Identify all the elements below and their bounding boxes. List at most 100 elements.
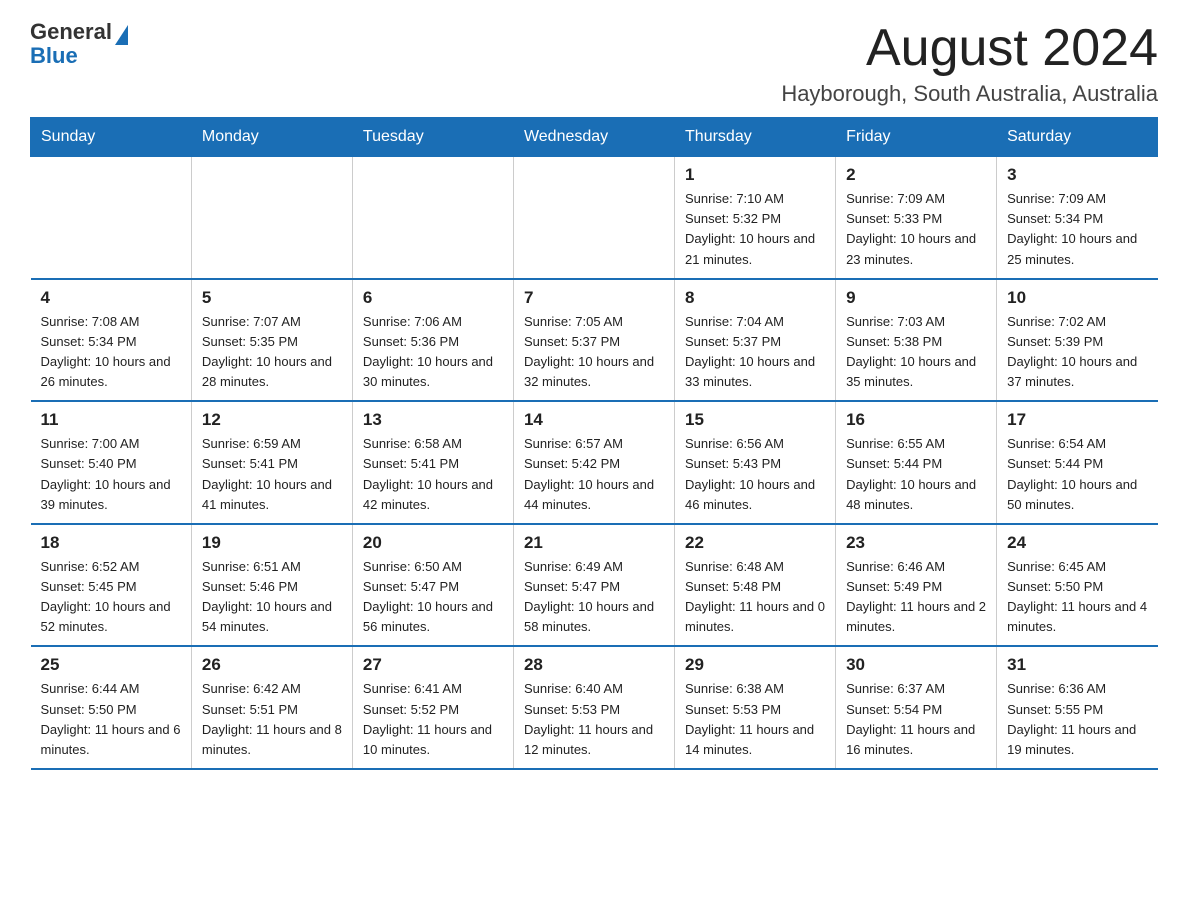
day-number: 3 — [1007, 165, 1147, 185]
day-number: 28 — [524, 655, 664, 675]
day-info: Sunrise: 6:52 AMSunset: 5:45 PMDaylight:… — [41, 557, 181, 638]
day-info: Sunrise: 6:48 AMSunset: 5:48 PMDaylight:… — [685, 557, 825, 638]
day-info: Sunrise: 6:45 AMSunset: 5:50 PMDaylight:… — [1007, 557, 1147, 638]
calendar-cell: 20 Sunrise: 6:50 AMSunset: 5:47 PMDayligh… — [352, 524, 513, 647]
day-number: 19 — [202, 533, 342, 553]
day-number: 20 — [363, 533, 503, 553]
day-info: Sunrise: 6:46 AMSunset: 5:49 PMDaylight:… — [846, 557, 986, 638]
day-info: Sunrise: 7:09 AMSunset: 5:34 PMDaylight:… — [1007, 189, 1147, 270]
day-number: 24 — [1007, 533, 1147, 553]
day-info: Sunrise: 7:00 AMSunset: 5:40 PMDaylight:… — [41, 434, 181, 515]
day-info: Sunrise: 6:49 AMSunset: 5:47 PMDaylight:… — [524, 557, 664, 638]
day-info: Sunrise: 7:02 AMSunset: 5:39 PMDaylight:… — [1007, 312, 1147, 393]
day-number: 18 — [41, 533, 181, 553]
calendar-cell: 18 Sunrise: 6:52 AMSunset: 5:45 PMDayligh… — [31, 524, 192, 647]
day-info: Sunrise: 6:37 AMSunset: 5:54 PMDaylight:… — [846, 679, 986, 760]
day-info: Sunrise: 6:56 AMSunset: 5:43 PMDaylight:… — [685, 434, 825, 515]
header-day-thursday: Thursday — [675, 118, 836, 157]
header: General Blue August 2024 Hayborough, Sou… — [30, 20, 1158, 107]
logo-blue: Blue — [30, 43, 78, 68]
calendar-cell: 25 Sunrise: 6:44 AMSunset: 5:50 PMDayligh… — [31, 646, 192, 769]
day-info: Sunrise: 6:41 AMSunset: 5:52 PMDaylight:… — [363, 679, 503, 760]
location-title: Hayborough, South Australia, Australia — [781, 81, 1158, 107]
calendar-cell: 27 Sunrise: 6:41 AMSunset: 5:52 PMDayligh… — [352, 646, 513, 769]
day-number: 29 — [685, 655, 825, 675]
day-number: 2 — [846, 165, 986, 185]
week-row-4: 18 Sunrise: 6:52 AMSunset: 5:45 PMDayligh… — [31, 524, 1158, 647]
calendar-cell — [191, 157, 352, 279]
title-area: August 2024 Hayborough, South Australia,… — [781, 20, 1158, 107]
day-info: Sunrise: 6:51 AMSunset: 5:46 PMDaylight:… — [202, 557, 342, 638]
calendar-cell: 26Sunrise: 6:42 AMSunset: 5:51 PMDayligh… — [191, 646, 352, 769]
day-number: 12 — [202, 410, 342, 430]
day-info: Sunrise: 6:44 AMSunset: 5:50 PMDaylight:… — [41, 679, 181, 760]
calendar-cell: 22 Sunrise: 6:48 AMSunset: 5:48 PMDayligh… — [675, 524, 836, 647]
day-info: Sunrise: 6:57 AMSunset: 5:42 PMDaylight:… — [524, 434, 664, 515]
calendar-cell: 19 Sunrise: 6:51 AMSunset: 5:46 PMDayligh… — [191, 524, 352, 647]
calendar-cell: 30 Sunrise: 6:37 AMSunset: 5:54 PMDayligh… — [836, 646, 997, 769]
week-row-2: 4 Sunrise: 7:08 AMSunset: 5:34 PMDaylight… — [31, 279, 1158, 402]
calendar-cell: 7 Sunrise: 7:05 AMSunset: 5:37 PMDaylight… — [513, 279, 674, 402]
calendar-body: 1Sunrise: 7:10 AMSunset: 5:32 PMDaylight… — [31, 157, 1158, 769]
calendar-cell: 12Sunrise: 6:59 AMSunset: 5:41 PMDayligh… — [191, 401, 352, 524]
calendar-table: SundayMondayTuesdayWednesdayThursdayFrid… — [30, 117, 1158, 770]
calendar-cell: 1Sunrise: 7:10 AMSunset: 5:32 PMDaylight… — [675, 157, 836, 279]
calendar-cell: 3 Sunrise: 7:09 AMSunset: 5:34 PMDaylight… — [997, 157, 1158, 279]
header-row: SundayMondayTuesdayWednesdayThursdayFrid… — [31, 118, 1158, 157]
week-row-3: 11Sunrise: 7:00 AMSunset: 5:40 PMDayligh… — [31, 401, 1158, 524]
day-number: 30 — [846, 655, 986, 675]
day-number: 16 — [846, 410, 986, 430]
day-info: Sunrise: 6:55 AMSunset: 5:44 PMDaylight:… — [846, 434, 986, 515]
calendar-cell — [513, 157, 674, 279]
day-number: 14 — [524, 410, 664, 430]
day-number: 22 — [685, 533, 825, 553]
day-number: 21 — [524, 533, 664, 553]
calendar-cell: 31Sunrise: 6:36 AMSunset: 5:55 PMDayligh… — [997, 646, 1158, 769]
calendar-cell: 29 Sunrise: 6:38 AMSunset: 5:53 PMDayligh… — [675, 646, 836, 769]
calendar-cell: 24 Sunrise: 6:45 AMSunset: 5:50 PMDayligh… — [997, 524, 1158, 647]
calendar-cell: 14 Sunrise: 6:57 AMSunset: 5:42 PMDayligh… — [513, 401, 674, 524]
calendar-cell: 28 Sunrise: 6:40 AMSunset: 5:53 PMDayligh… — [513, 646, 674, 769]
day-info: Sunrise: 6:36 AMSunset: 5:55 PMDaylight:… — [1007, 679, 1147, 760]
header-day-saturday: Saturday — [997, 118, 1158, 157]
day-info: Sunrise: 7:09 AMSunset: 5:33 PMDaylight:… — [846, 189, 986, 270]
day-info: Sunrise: 6:50 AMSunset: 5:47 PMDaylight:… — [363, 557, 503, 638]
calendar-cell: 16 Sunrise: 6:55 AMSunset: 5:44 PMDayligh… — [836, 401, 997, 524]
day-number: 8 — [685, 288, 825, 308]
day-info: Sunrise: 6:40 AMSunset: 5:53 PMDaylight:… — [524, 679, 664, 760]
day-info: Sunrise: 7:10 AMSunset: 5:32 PMDaylight:… — [685, 189, 825, 270]
calendar-cell: 17 Sunrise: 6:54 AMSunset: 5:44 PMDayligh… — [997, 401, 1158, 524]
day-info: Sunrise: 6:54 AMSunset: 5:44 PMDaylight:… — [1007, 434, 1147, 515]
day-number: 5 — [202, 288, 342, 308]
header-day-wednesday: Wednesday — [513, 118, 674, 157]
day-number: 25 — [41, 655, 181, 675]
day-info: Sunrise: 7:08 AMSunset: 5:34 PMDaylight:… — [41, 312, 181, 393]
day-number: 7 — [524, 288, 664, 308]
calendar-cell: 9Sunrise: 7:03 AMSunset: 5:38 PMDaylight… — [836, 279, 997, 402]
header-day-monday: Monday — [191, 118, 352, 157]
calendar-cell: 6Sunrise: 7:06 AMSunset: 5:36 PMDaylight… — [352, 279, 513, 402]
day-info: Sunrise: 7:07 AMSunset: 5:35 PMDaylight:… — [202, 312, 342, 393]
calendar-cell: 2 Sunrise: 7:09 AMSunset: 5:33 PMDaylight… — [836, 157, 997, 279]
logo-general: General — [30, 20, 112, 44]
day-number: 4 — [41, 288, 181, 308]
calendar-cell: 21 Sunrise: 6:49 AMSunset: 5:47 PMDayligh… — [513, 524, 674, 647]
day-number: 23 — [846, 533, 986, 553]
calendar-cell: 5 Sunrise: 7:07 AMSunset: 5:35 PMDaylight… — [191, 279, 352, 402]
day-info: Sunrise: 6:38 AMSunset: 5:53 PMDaylight:… — [685, 679, 825, 760]
calendar-cell: 11Sunrise: 7:00 AMSunset: 5:40 PMDayligh… — [31, 401, 192, 524]
day-info: Sunrise: 7:04 AMSunset: 5:37 PMDaylight:… — [685, 312, 825, 393]
calendar-cell: 10Sunrise: 7:02 AMSunset: 5:39 PMDayligh… — [997, 279, 1158, 402]
calendar-cell — [31, 157, 192, 279]
header-day-friday: Friday — [836, 118, 997, 157]
day-info: Sunrise: 7:05 AMSunset: 5:37 PMDaylight:… — [524, 312, 664, 393]
calendar-cell: 23 Sunrise: 6:46 AMSunset: 5:49 PMDayligh… — [836, 524, 997, 647]
day-number: 13 — [363, 410, 503, 430]
calendar-cell: 8 Sunrise: 7:04 AMSunset: 5:37 PMDaylight… — [675, 279, 836, 402]
header-day-tuesday: Tuesday — [352, 118, 513, 157]
day-number: 17 — [1007, 410, 1147, 430]
month-title: August 2024 — [781, 20, 1158, 77]
day-number: 27 — [363, 655, 503, 675]
day-info: Sunrise: 6:42 AMSunset: 5:51 PMDaylight:… — [202, 679, 342, 760]
week-row-1: 1Sunrise: 7:10 AMSunset: 5:32 PMDaylight… — [31, 157, 1158, 279]
